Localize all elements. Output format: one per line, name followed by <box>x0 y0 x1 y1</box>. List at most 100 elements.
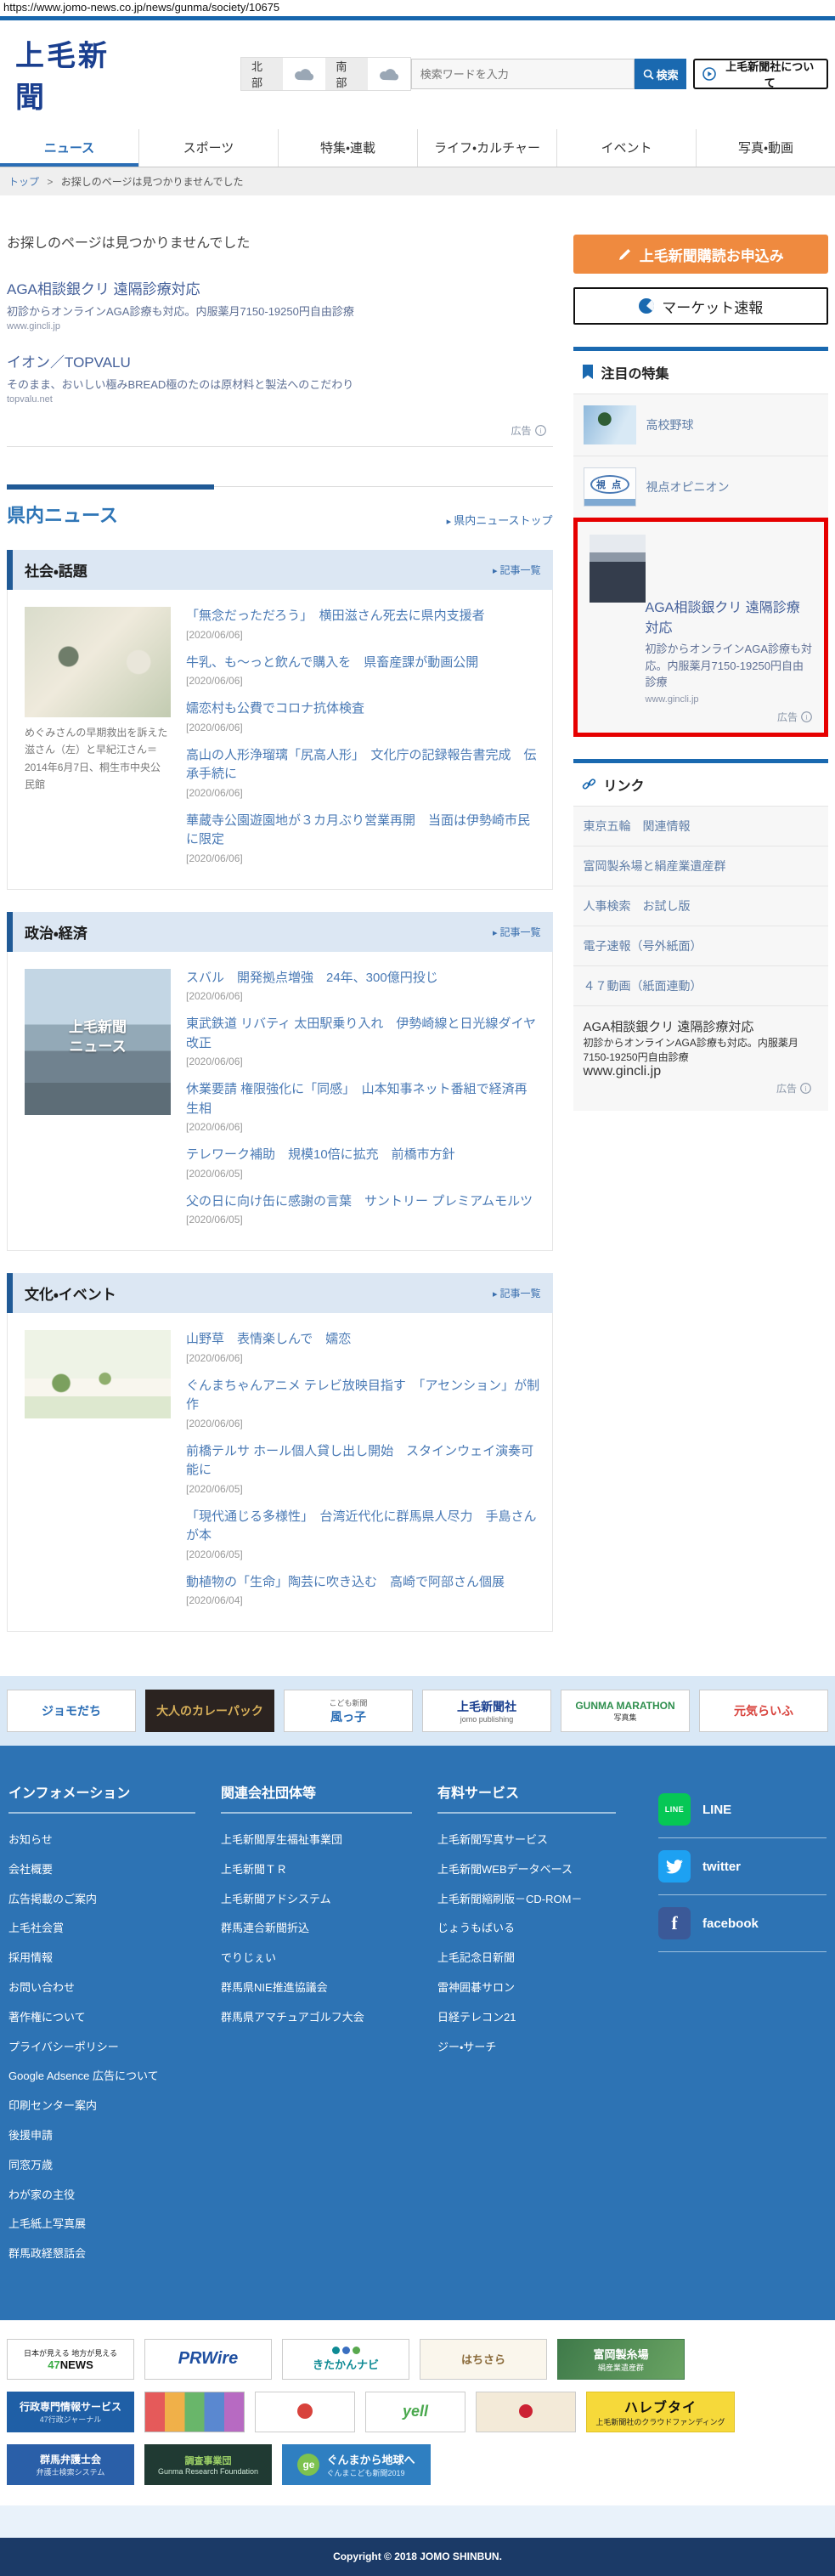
banner-kazakko[interactable]: こども新聞 風っ子 <box>284 1690 413 1732</box>
sidebar-link-item[interactable]: 富岡製糸場と絹産業遺産群 <box>573 845 828 886</box>
article-title-link[interactable]: スバル 開発拠点増強 24年、300億円投じ <box>186 969 540 988</box>
banner-decorative-colorful[interactable] <box>144 2391 245 2432</box>
footer-link[interactable]: お問い合わせ <box>8 1973 221 2003</box>
featured-item-koukouyakyu[interactable]: 高校野球 <box>573 393 828 456</box>
banner-genki-life[interactable]: 元気らいふ <box>699 1690 828 1732</box>
footer-link[interactable]: 日経テレコン21 <box>437 2003 641 2033</box>
market-report-button[interactable]: マーケット速報 <box>573 287 828 325</box>
tab-events[interactable]: イベント <box>556 129 696 167</box>
sidebar-link-item[interactable]: ４７動画（紙面連動） <box>573 965 828 1005</box>
article-title-link[interactable]: 嬬恋村も公費でコロナ抗体検査 <box>186 699 540 719</box>
footer-link[interactable]: 広告掲載のご案内 <box>8 1885 221 1915</box>
article-title-link[interactable]: 高山の人形浄瑠璃「尻高人形」 文化庁の記録報告書完成 伝承手続に <box>186 746 540 784</box>
footer-link[interactable]: 群馬連合新聞折込 <box>221 1914 437 1944</box>
info-icon[interactable]: i <box>534 425 546 436</box>
footer-link[interactable]: じょうもばいる <box>437 1914 641 1944</box>
banner-yell[interactable]: yell <box>365 2391 465 2432</box>
footer-link[interactable]: 雷神囲碁サロン <box>437 1973 641 2003</box>
article-title-link[interactable]: 休業要請 権限強化に「同感」 山本知事ネット番組で経済再生相 <box>186 1080 540 1118</box>
banner-jomodachi[interactable]: ジョモだち <box>7 1690 136 1732</box>
article-list-link[interactable]: 記事一覧 <box>493 1286 541 1300</box>
footer-link[interactable]: 上毛紙上写真展 <box>8 2210 221 2239</box>
banner-decorative-gogai[interactable] <box>476 2391 576 2432</box>
footer-link[interactable]: 群馬県NIE推進協議会 <box>221 1973 437 2003</box>
article-title-link[interactable]: 牛乳、も～っと飲んで購入を 県畜産課が動画公開 <box>186 654 540 673</box>
tab-photo-video[interactable]: 写真・動画 <box>696 129 835 167</box>
banner-harebutai[interactable]: ハレブタイ 上毛新聞社のクラウドファンディング <box>586 2391 735 2432</box>
article-title-link[interactable]: 動植物の「生命」陶芸に吹き込む 高崎で阿部さん個展 <box>186 1573 540 1593</box>
ad-title-link[interactable]: イオン／TOPVALU <box>7 350 553 371</box>
footer-link[interactable]: 会社概要 <box>8 1855 221 1885</box>
politics-article-photo[interactable]: 上毛新聞 ニュース <box>25 968 171 1115</box>
footer-link[interactable]: でりじぇい <box>221 1944 437 1973</box>
banner-jomo-publishing[interactable]: 上毛新聞社 jomo publishing <box>422 1690 551 1732</box>
article-title-link[interactable]: 「現代通じる多様性」 台湾近代化に群馬県人尽力 手島さんが本 <box>186 1508 540 1546</box>
article-title-link[interactable]: 前橋テルサ ホール個人貸し出し開始 スタインウェイ演奏可能に <box>186 1442 540 1480</box>
footer-link[interactable]: 採用情報 <box>8 1944 221 1973</box>
kennai-news-top-link[interactable]: 県内ニューストップ <box>447 512 552 528</box>
tab-news[interactable]: ニュース <box>0 129 138 167</box>
search-input[interactable] <box>410 59 635 89</box>
footer-link[interactable]: Google Adsence 広告について <box>8 2062 221 2092</box>
footer-link[interactable]: 上毛新聞縮刷版－CD-ROM－ <box>437 1885 641 1915</box>
search-button[interactable]: 検索 <box>634 59 687 89</box>
banner-gunma-earth[interactable]: ge ぐんまから地球へ ぐんまこども新聞2019 <box>282 2443 431 2485</box>
breadcrumb-home-link[interactable]: トップ <box>8 176 39 188</box>
ad-title-link[interactable]: AGA相談銀クリ 遠隔診療対応 <box>584 1017 818 1035</box>
sns-facebook-link[interactable]: f facebook <box>658 1895 827 1951</box>
footer-link[interactable]: ジー・サーチ <box>437 2033 641 2063</box>
footer-link[interactable]: お知らせ <box>8 1826 221 1855</box>
footer-link[interactable]: 上毛社会賞 <box>8 1914 221 1944</box>
banner-47news[interactable]: 日本が見える 地方が見える 47NEWS <box>7 2338 134 2380</box>
about-company-button[interactable]: 上毛新聞社について <box>693 59 828 89</box>
article-title-link[interactable]: 華蔵寺公園遊園地が３カ月ぶり営業再開 当面は伊勢崎市民に限定 <box>186 812 540 850</box>
sidebar-link-item[interactable]: 東京五輪 関連情報 <box>573 805 828 846</box>
banner-kitakan-navi[interactable]: きたかんナビ <box>282 2338 409 2380</box>
footer-link[interactable]: わが家の主役 <box>8 2181 221 2211</box>
info-icon[interactable]: i <box>801 711 812 722</box>
banner-prwire[interactable]: PRWire <box>144 2338 272 2380</box>
culture-article-photo[interactable] <box>25 1330 171 1418</box>
footer-link[interactable]: 印刷センター案内 <box>8 2092 221 2121</box>
ad-title-link[interactable]: AGA相談銀クリ 遠隔診療対応 <box>646 596 812 637</box>
footer-link[interactable]: プライバシーポリシー <box>8 2033 221 2063</box>
tab-features[interactable]: 特集・連載 <box>278 129 417 167</box>
banner-decorative-nippon[interactable] <box>255 2391 355 2432</box>
article-list-link[interactable]: 記事一覧 <box>493 925 541 939</box>
sns-line-link[interactable]: LINE LINE <box>658 1781 827 1837</box>
footer-link[interactable]: 上毛新聞WEBデータベース <box>437 1855 641 1885</box>
footer-link[interactable]: 上毛新聞写真サービス <box>437 1826 641 1855</box>
banner-curry[interactable]: 大人のカレーパック <box>145 1690 274 1732</box>
footer-link[interactable]: 同窓万歳 <box>8 2151 221 2181</box>
subscribe-button[interactable]: 上毛新聞購読お申込み <box>573 235 828 274</box>
footer-link[interactable]: 上毛新聞厚生福祉事業団 <box>221 1826 437 1855</box>
article-title-link[interactable]: 東武鉄道 リバティ 太田駅乗り入れ 伊勢崎線と日光線ダイヤ改正 <box>186 1015 540 1053</box>
info-icon[interactable]: i <box>800 1082 811 1094</box>
article-title-link[interactable]: 「無念だっただろう」 横田滋さん死去に県内支援者 <box>186 607 540 626</box>
footer-link[interactable]: 上毛記念日新聞 <box>437 1944 641 1973</box>
tab-sports[interactable]: スポーツ <box>138 129 278 167</box>
footer-link[interactable]: 後援申請 <box>8 2121 221 2151</box>
footer-link[interactable]: 著作権について <box>8 2003 221 2033</box>
banner-bengoshi[interactable]: 群馬弁護士会 弁護士検索システム <box>7 2443 134 2485</box>
footer-link[interactable]: 上毛新聞アドシステム <box>221 1885 437 1915</box>
footer-link[interactable]: 群馬県アマチュアゴルフ大会 <box>221 2003 437 2033</box>
article-title-link[interactable]: テレワーク補助 規模10倍に拡充 前橋市方針 <box>186 1146 540 1165</box>
banner-gunma-marathon[interactable]: GUNMA MARATHON 写真集 <box>561 1690 690 1732</box>
sidebar-link-item[interactable]: 電子速報（号外紙面） <box>573 925 828 965</box>
sns-twitter-link[interactable]: twitter <box>658 1838 827 1894</box>
tab-life-culture[interactable]: ライフ・カルチャー <box>417 129 556 167</box>
site-logo[interactable]: 上毛新聞 <box>15 32 140 116</box>
footer-link[interactable]: 群馬政経懇話会 <box>8 2239 221 2269</box>
footer-link[interactable]: 上毛新聞ＴＲ <box>221 1855 437 1885</box>
society-article-photo[interactable] <box>25 607 171 717</box>
article-title-link[interactable]: 山野草 表情楽しんで 嬬恋 <box>186 1330 540 1350</box>
ad-title-link[interactable]: AGA相談銀クリ 遠隔診療対応 <box>7 277 553 298</box>
banner-research-foundation[interactable]: 調査事業団 Gunma Research Foundation <box>144 2443 272 2485</box>
article-title-link[interactable]: ぐんまちゃんアニメ テレビ放映目指す 「アセンション」が制作 <box>186 1377 540 1415</box>
sidebar-ad[interactable]: AGA相談銀クリ 遠隔診療対応 初診からオンラインAGA診療も対応。内服薬月71… <box>573 518 828 737</box>
featured-item-shiten[interactable]: 視 点 視点オピニオン <box>573 456 828 518</box>
sidebar-link-item[interactable]: 人事検索 お試し版 <box>573 885 828 926</box>
article-title-link[interactable]: 父の日に向け缶に感謝の言葉 サントリー プレミアムモルツ <box>186 1192 540 1212</box>
banner-tomioka[interactable]: 富岡製糸場 絹産業遺産群 <box>557 2338 685 2380</box>
